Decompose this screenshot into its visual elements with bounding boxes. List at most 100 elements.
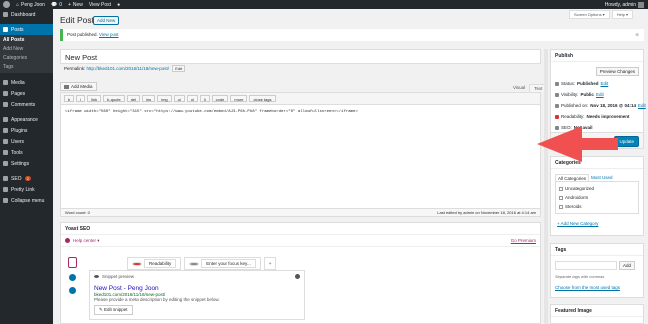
go-premium-link[interactable]: Go Premium (511, 238, 536, 243)
permalink-edit-button[interactable]: Edit (172, 65, 186, 72)
menu-media[interactable]: Media (0, 77, 53, 88)
help-icon[interactable] (295, 274, 300, 279)
tags-box: Tags Add Separate tags with commas Choos… (550, 243, 644, 298)
yoast-help-center[interactable]: Help center ▾ (61, 235, 540, 247)
yoast-bar-icon[interactable]: ● (117, 2, 120, 8)
submenu-all-posts[interactable]: All Posts (0, 36, 53, 45)
page-title: Edit Post (60, 15, 95, 25)
update-button[interactable]: Update (614, 136, 639, 147)
help-icon (65, 238, 70, 243)
featured-image-title[interactable]: Featured Image (551, 305, 643, 317)
menu-dashboard[interactable]: Dashboard (0, 9, 53, 20)
snippet-description[interactable]: Please provide a meta description by edi… (94, 297, 300, 302)
qt-li[interactable]: li (199, 95, 210, 102)
menu-users[interactable]: Users (0, 136, 53, 147)
qt-link[interactable]: link (87, 95, 102, 102)
yoast-sidebar (66, 257, 78, 294)
wrench-icon (3, 150, 8, 155)
checkbox[interactable] (559, 195, 563, 200)
published-edit-link[interactable]: Edit (638, 103, 646, 108)
publish-title[interactable]: Publish (551, 50, 643, 62)
new-content-link[interactable]: + New (68, 2, 83, 8)
submenu-add-new[interactable]: Add New (0, 45, 53, 54)
post-content-textarea[interactable]: <iframe width="560" height="315" src="ht… (61, 105, 540, 119)
brush-icon (3, 117, 8, 122)
snippet-heading[interactable]: Snippet preview (94, 274, 300, 279)
choose-tags-link[interactable]: Choose from the most used tags (555, 285, 620, 290)
gear-icon[interactable] (68, 287, 76, 294)
menu-seo[interactable]: SEO 2 (0, 173, 53, 184)
post-status: Status: Published Edit (555, 81, 608, 86)
tags-title[interactable]: Tags (551, 244, 643, 256)
view-post-link[interactable]: View Post (89, 2, 111, 8)
menu-pages[interactable]: Pages (0, 88, 53, 99)
qt-del[interactable]: del (126, 95, 141, 102)
checkbox[interactable] (559, 204, 563, 209)
category-item[interactable]: Uncategorized (559, 184, 635, 193)
comments-link[interactable]: 💬 0 (51, 2, 62, 8)
dismiss-icon[interactable]: ⊗ (635, 29, 639, 41)
view-post-notice-link[interactable]: View post (99, 32, 118, 37)
publish-notice: Post published. View post ⊗ (60, 29, 644, 41)
qt-ol[interactable]: ol (186, 95, 198, 102)
qt-code[interactable]: code (211, 95, 229, 102)
qt-close-tags[interactable]: close tags (249, 95, 276, 102)
category-item[interactable]: Steroids (559, 202, 635, 211)
help-button[interactable]: Help ▾ (611, 10, 634, 19)
checkbox[interactable] (559, 186, 563, 191)
tab-add-keyword[interactable]: + (263, 257, 277, 270)
permalink: Permalink: http://bked101.com/2016/11/18… (64, 65, 186, 72)
menu-posts[interactable]: Posts (0, 24, 53, 35)
last-edited: Last edited by admin on November 18, 201… (437, 210, 536, 215)
add-new-post-button[interactable]: Add New (93, 16, 120, 25)
visibility-edit-link[interactable]: Edit (596, 92, 604, 97)
qt-bquote[interactable]: b-quote (103, 95, 125, 102)
submenu-categories[interactable]: Categories (0, 54, 53, 63)
status-grey-icon (189, 261, 200, 266)
site-name-link[interactable]: ⌂ Peng Joon (16, 2, 45, 8)
menu-tools[interactable]: Tools (0, 147, 53, 158)
wordpress-logo-icon[interactable] (3, 1, 10, 8)
tags-hint: Separate tags with commas (555, 274, 605, 279)
add-tag-button[interactable]: Add (619, 261, 636, 270)
tab-visual[interactable]: Visual (509, 84, 529, 92)
submenu-tags[interactable]: Tags (0, 63, 53, 72)
post-title-input[interactable]: New Post (60, 49, 541, 64)
tab-focus-keyword[interactable]: Enter your focus key... (184, 257, 261, 270)
post-visibility: Visibility: Public Edit (555, 92, 604, 97)
edit-snippet-button[interactable]: ✎ Edit snippet (94, 305, 133, 315)
traffic-light-icon[interactable] (67, 257, 77, 268)
preview-changes-button[interactable]: Preview Changes (595, 67, 639, 76)
qt-ins[interactable]: ins (142, 95, 156, 102)
settings-icon (3, 161, 8, 166)
yoast-title[interactable]: Yoast SEO (61, 223, 540, 235)
readability-score: Readability: Needs improvement (555, 114, 630, 119)
qt-italic[interactable]: i (76, 95, 86, 102)
menu-comments[interactable]: Comments (0, 99, 53, 110)
add-new-category-link[interactable]: + Add New Category (557, 221, 598, 226)
add-media-button[interactable]: Add Media (60, 82, 97, 91)
status-edit-link[interactable]: Edit (601, 81, 609, 86)
menu-plugins[interactable]: Plugins (0, 125, 53, 136)
scrollbar[interactable] (544, 49, 548, 324)
qt-ul[interactable]: ul (173, 95, 185, 102)
category-item[interactable]: Androidorm (559, 193, 635, 202)
qt-more[interactable]: more (230, 95, 248, 102)
menu-appearance[interactable]: Appearance (0, 114, 53, 125)
tag-input[interactable] (555, 261, 617, 270)
user-account[interactable]: Howdy, admin (605, 0, 644, 9)
qt-bold[interactable]: b (64, 95, 75, 102)
qt-img[interactable]: img (157, 95, 172, 102)
share-icon[interactable] (68, 274, 76, 281)
pin-icon (3, 27, 8, 32)
menu-settings[interactable]: Settings (0, 158, 53, 169)
menu-pretty-link[interactable]: Pretty Link (0, 184, 53, 195)
screen-options-button[interactable]: Screen Options ▾ (569, 10, 610, 19)
collapse-icon (3, 198, 8, 203)
snippet-title[interactable]: New Post - Peng Joon (94, 285, 300, 292)
tab-readability[interactable]: Readability (127, 257, 182, 270)
eye-icon (94, 275, 99, 278)
permalink-url[interactable]: http://bked101.com/2016/11/18/new-post/ (87, 66, 169, 71)
menu-collapse[interactable]: Collapse menu (0, 195, 53, 206)
howdy-text: Howdy, admin (604, 1, 636, 8)
